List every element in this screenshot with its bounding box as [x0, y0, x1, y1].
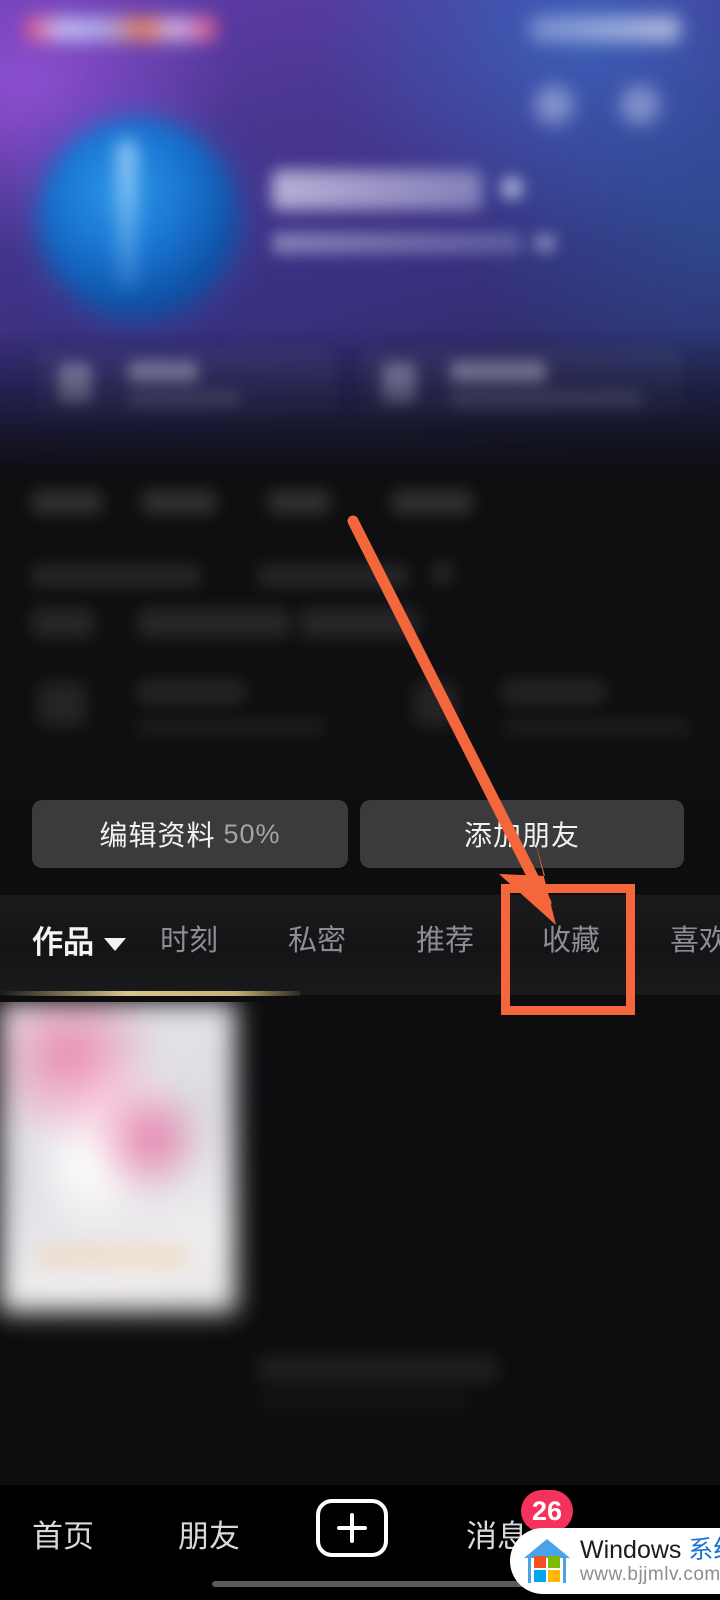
- bio-tag-3[interactable]: [300, 608, 418, 638]
- status-bar: [0, 0, 720, 60]
- promo-card-left-title: [136, 680, 246, 704]
- bio-line-1: [32, 565, 200, 587]
- message-unread-badge: 26: [521, 1490, 573, 1532]
- search-icon[interactable]: [534, 85, 574, 125]
- bio-expand-icon[interactable]: [432, 562, 452, 584]
- tab-liked[interactable]: 喜欢: [670, 917, 720, 959]
- watermark-url: www.bjjmlv.com: [580, 1564, 720, 1586]
- tab-liked-label: 喜欢: [670, 925, 720, 957]
- profile-nickname: [272, 170, 482, 210]
- active-tab-underline: [0, 991, 300, 996]
- verified-badge-icon: [500, 176, 524, 200]
- tab-works-label: 作品: [32, 925, 94, 960]
- status-bar-right-icons: [530, 16, 680, 42]
- watermark: Windows 系统之家 www.bjjmlv.com: [510, 1528, 720, 1594]
- avatar-highlight: [118, 140, 136, 290]
- phone-screen: 编辑资料 50% 添加朋友 作品 时刻 私密 推荐 收藏 喜欢 首页 朋友 消息…: [0, 0, 720, 1600]
- tab-recommend-label: 推荐: [416, 925, 475, 957]
- tab-private[interactable]: 私密: [288, 917, 346, 959]
- header-fade-overlay: [0, 328, 720, 478]
- edit-profile-button[interactable]: 编辑资料 50%: [32, 800, 348, 868]
- stat-likes[interactable]: [268, 490, 330, 514]
- promo-card-right-title: [502, 680, 606, 704]
- nav-item-home[interactable]: 首页: [32, 1511, 94, 1556]
- watermark-brand: Windows: [580, 1535, 689, 1564]
- profile-id-line: [272, 232, 522, 254]
- tab-favorites-label: 收藏: [542, 925, 601, 957]
- windows-house-logo-icon: [524, 1539, 570, 1583]
- profile-tab-bar: 作品 时刻 私密 推荐 收藏 喜欢: [0, 895, 720, 996]
- grid-empty-hint-line1: [258, 1356, 498, 1382]
- bio-tag-1[interactable]: [32, 608, 94, 638]
- tab-works[interactable]: 作品: [32, 917, 126, 962]
- tab-moments[interactable]: 时刻: [160, 917, 218, 959]
- copy-id-icon[interactable]: [534, 234, 556, 252]
- plus-icon-vertical: [350, 1513, 354, 1543]
- promo-card-right-subtitle: [502, 718, 692, 736]
- grid-empty-hint-line2: [258, 1392, 468, 1408]
- promo-card-left-icon: [38, 682, 86, 726]
- menu-icon[interactable]: [620, 85, 660, 125]
- profile-action-row: 编辑资料 50% 添加朋友: [0, 800, 720, 868]
- edit-profile-label: 编辑资料: [99, 820, 216, 851]
- avatar[interactable]: [38, 118, 238, 318]
- create-post-button[interactable]: [316, 1499, 388, 1557]
- profile-details-blurred: [0, 470, 720, 800]
- promo-card-right-icon: [414, 682, 456, 726]
- tab-recommend[interactable]: 推荐: [416, 917, 474, 959]
- tab-moments-label: 时刻: [160, 925, 219, 957]
- add-friend-label: 添加朋友: [463, 820, 580, 851]
- promo-card-left-subtitle: [136, 718, 326, 736]
- tab-private-label: 私密: [288, 925, 347, 957]
- stat-following[interactable]: [32, 490, 102, 514]
- watermark-brand-cn: 系统之家: [688, 1535, 720, 1564]
- chevron-down-icon[interactable]: [104, 938, 126, 952]
- edit-profile-progress: 50%: [223, 818, 281, 849]
- nav-item-home-label: 首页: [32, 1519, 94, 1554]
- tab-favorites[interactable]: 收藏: [542, 917, 600, 959]
- bio-line-2: [258, 565, 408, 587]
- stat-followers[interactable]: [142, 490, 216, 514]
- profile-header: [0, 0, 720, 478]
- stat-extra[interactable]: [392, 490, 472, 514]
- nav-item-friends[interactable]: 朋友: [178, 1511, 240, 1556]
- status-bar-left-icons: [26, 17, 216, 41]
- grid-thumbnail-1-caption: [38, 1246, 188, 1266]
- bio-tag-2[interactable]: [138, 608, 290, 638]
- home-indicator: [212, 1581, 542, 1587]
- add-friend-button[interactable]: 添加朋友: [360, 800, 684, 868]
- nav-item-friends-label: 朋友: [178, 1519, 240, 1554]
